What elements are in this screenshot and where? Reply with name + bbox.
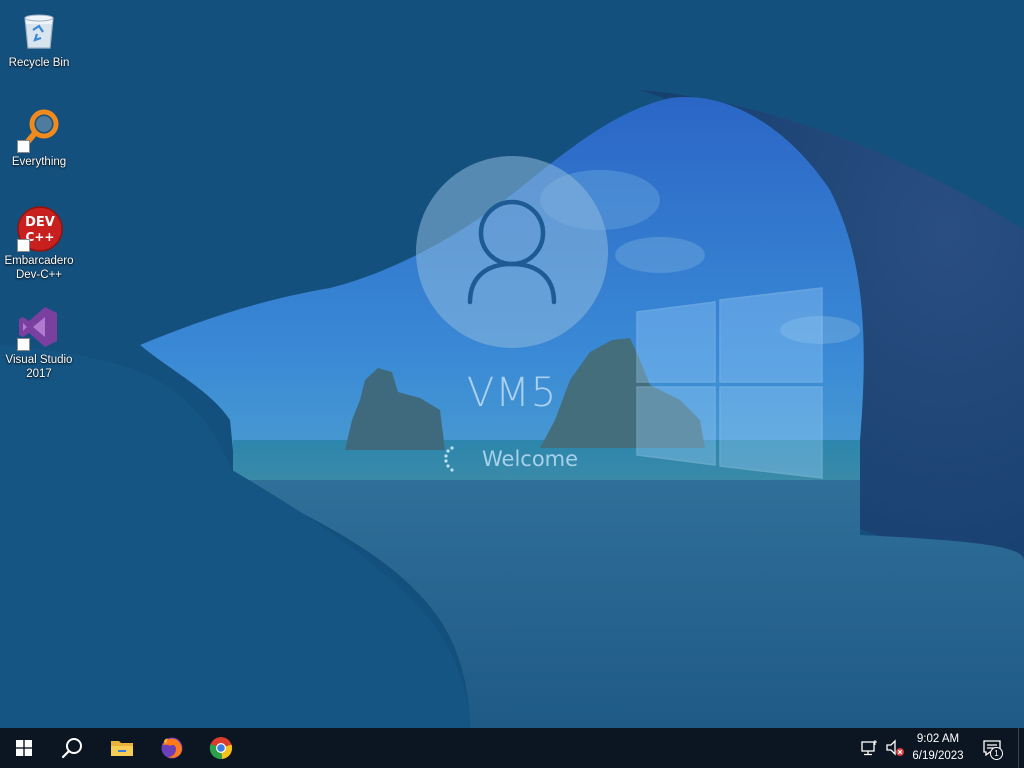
chrome-button[interactable] — [197, 728, 245, 768]
clock-date: 6/19/2023 — [912, 750, 964, 762]
network-status-button[interactable] — [860, 738, 880, 758]
login-username: VM5 — [466, 370, 558, 416]
desktop-icon-devcpp[interactable]: DEV C++ Embarcadero Dev-C++ — [0, 204, 78, 282]
devcpp-icon: DEV C++ — [15, 204, 63, 252]
start-button[interactable] — [0, 728, 48, 768]
shortcut-arrow-icon — [17, 140, 30, 153]
visual-studio-icon — [15, 303, 63, 351]
firefox-icon — [161, 737, 183, 759]
taskbar-clock[interactable]: 9:02 AM 6/19/2023 — [904, 731, 972, 765]
desktop-icon-everything[interactable]: Everything — [0, 105, 78, 169]
network-disconnected-icon — [861, 740, 877, 756]
desktop-icon-visual-studio[interactable]: Visual Studio 2017 — [0, 303, 78, 381]
desktop-icon-recycle-bin[interactable]: Recycle Bin — [0, 6, 78, 70]
desktop-icon-label: Visual Studio 2017 — [5, 354, 73, 380]
login-status-text: Welcome — [482, 447, 579, 471]
action-center-button[interactable]: 1 — [980, 738, 1004, 760]
taskbar: 9:02 AM 6/19/2023 1 — [0, 728, 1024, 768]
user-avatar-icon — [416, 156, 608, 348]
folder-icon — [111, 741, 133, 756]
desktop-icon-label: Embarcadero Dev-C++ — [4, 255, 74, 281]
windows-start-icon — [16, 740, 32, 756]
wallpaper-image — [0, 0, 1024, 728]
loading-spinner-icon — [444, 446, 454, 472]
shortcut-arrow-icon — [17, 239, 30, 252]
firefox-button[interactable] — [148, 728, 196, 768]
recycle-bin-icon — [15, 6, 63, 54]
file-explorer-button[interactable] — [98, 728, 146, 768]
desktop-icon-label: Everything — [11, 156, 67, 168]
desktop-icon-label: Recycle Bin — [8, 57, 70, 69]
show-desktop-button[interactable] — [1018, 728, 1024, 768]
volume-muted-icon — [886, 739, 904, 756]
desktop-screen: Recycle Bin Everything DEV C++ Embarcade… — [0, 0, 1024, 768]
everything-search-icon — [15, 105, 63, 153]
login-status: Welcome — [440, 444, 578, 474]
clock-time: 9:02 AM — [916, 733, 960, 745]
svg-text:DEV: DEV — [25, 215, 55, 230]
search-button[interactable] — [48, 728, 96, 768]
notification-count-badge: 1 — [990, 747, 1003, 760]
shortcut-arrow-icon — [17, 338, 30, 351]
volume-button[interactable] — [885, 738, 905, 758]
search-icon — [61, 738, 82, 759]
chrome-icon — [209, 737, 233, 760]
